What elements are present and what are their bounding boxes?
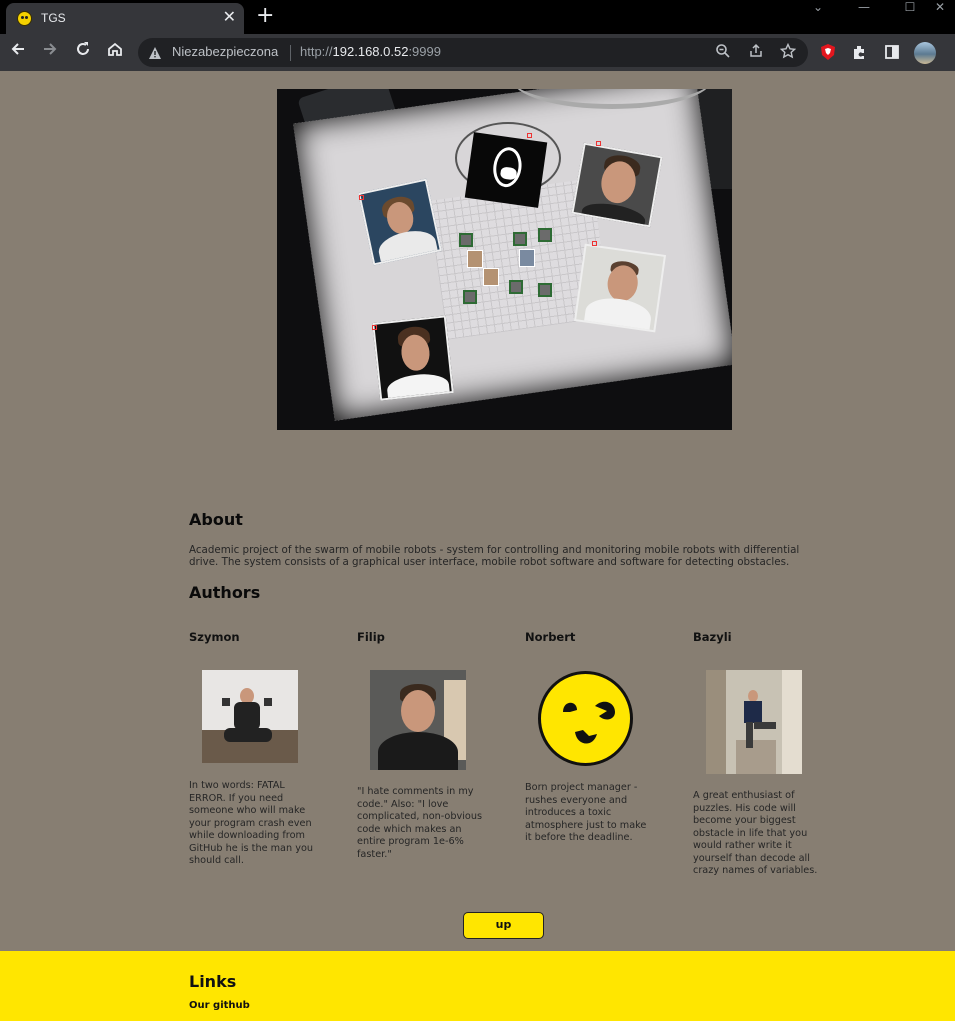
- author-name: Norbert: [525, 630, 576, 644]
- author-photo: [370, 670, 466, 770]
- bookmark-star-icon[interactable]: [779, 42, 797, 61]
- github-link[interactable]: Our github: [189, 1000, 250, 1011]
- robot-marker: [463, 290, 477, 304]
- hero-image: [277, 89, 732, 430]
- side-panel-icon[interactable]: [882, 43, 902, 63]
- zoom-icon[interactable]: [714, 43, 732, 61]
- tab-search-icon[interactable]: ⌄: [795, 0, 841, 30]
- author-description: A great enthusiast of puzzles. His code …: [693, 790, 818, 876]
- about-text: Academic project of the swarm of mobile …: [189, 544, 800, 568]
- author-description: "I hate comments in my code." Also: "I l…: [357, 786, 483, 860]
- security-label[interactable]: Niezabezpieczona: [172, 44, 278, 59]
- author-card: Bazyli: [693, 630, 823, 644]
- hero-photo: [358, 178, 442, 266]
- mini-face: [467, 250, 483, 268]
- close-tab-icon[interactable]: ✕: [223, 8, 236, 26]
- author-description: In two words: FATAL ERROR. If you need s…: [189, 780, 314, 866]
- page-content: About Academic project of the swarm of m…: [0, 71, 955, 1021]
- url-text[interactable]: http://192.168.0.52:9999: [300, 44, 441, 59]
- smiley-favicon-icon: [17, 11, 32, 26]
- author-name: Filip: [357, 630, 385, 644]
- author-card: Norbert: [525, 630, 655, 644]
- robot-marker: [513, 232, 527, 246]
- browser-toolbar: Niezabezpieczona http://192.168.0.52:999…: [0, 34, 955, 71]
- authors-heading: Authors: [189, 583, 261, 602]
- about-heading: About: [189, 510, 243, 529]
- corner-marker: [592, 241, 597, 246]
- footer: Links Our github: [0, 951, 955, 1021]
- mini-face: [519, 249, 535, 267]
- brave-shield-icon[interactable]: [818, 43, 838, 63]
- home-icon[interactable]: [103, 40, 127, 64]
- robot-marker: [459, 233, 473, 247]
- hero-photo: [571, 142, 663, 228]
- footer-heading: Links: [189, 972, 237, 991]
- hand-marker-icon: [464, 132, 548, 208]
- tab-title: TGS: [41, 11, 66, 25]
- hero-photo: [573, 243, 667, 333]
- browser-tab-bar: TGS ✕ + ⌄ — ☐ ✕: [0, 0, 955, 34]
- up-button[interactable]: up: [463, 912, 544, 939]
- new-tab-button[interactable]: +: [256, 4, 274, 28]
- author-card: Szymon: [189, 630, 319, 644]
- robot-marker: [509, 280, 523, 294]
- address-bar[interactable]: Niezabezpieczona http://192.168.0.52:999…: [138, 38, 808, 67]
- corner-marker: [596, 141, 601, 146]
- profile-avatar[interactable]: [914, 42, 936, 64]
- corner-marker: [359, 195, 364, 200]
- hero-photo: [372, 315, 454, 401]
- corner-marker: [527, 133, 532, 138]
- robot-marker: [538, 228, 552, 242]
- warning-icon[interactable]: [148, 45, 162, 59]
- minimize-button[interactable]: —: [841, 0, 887, 30]
- author-name: Szymon: [189, 630, 240, 644]
- robot-marker: [538, 283, 552, 297]
- close-window-button[interactable]: ✕: [917, 0, 955, 30]
- author-name: Bazyli: [693, 630, 732, 644]
- mini-face: [483, 268, 499, 286]
- divider: [290, 45, 291, 61]
- extensions-icon[interactable]: [850, 43, 870, 63]
- forward-icon[interactable]: [38, 40, 62, 64]
- corner-marker: [372, 325, 377, 330]
- reload-icon[interactable]: [71, 40, 95, 64]
- share-icon[interactable]: [747, 43, 765, 61]
- author-card: Filip: [357, 630, 487, 644]
- smiley-avatar-icon: [537, 670, 634, 767]
- author-photo: [202, 670, 298, 763]
- author-description: Born project manager - rushes everyone a…: [525, 782, 647, 843]
- browser-tab[interactable]: TGS ✕: [6, 3, 244, 34]
- back-icon[interactable]: [6, 40, 30, 64]
- author-photo: [706, 670, 802, 774]
